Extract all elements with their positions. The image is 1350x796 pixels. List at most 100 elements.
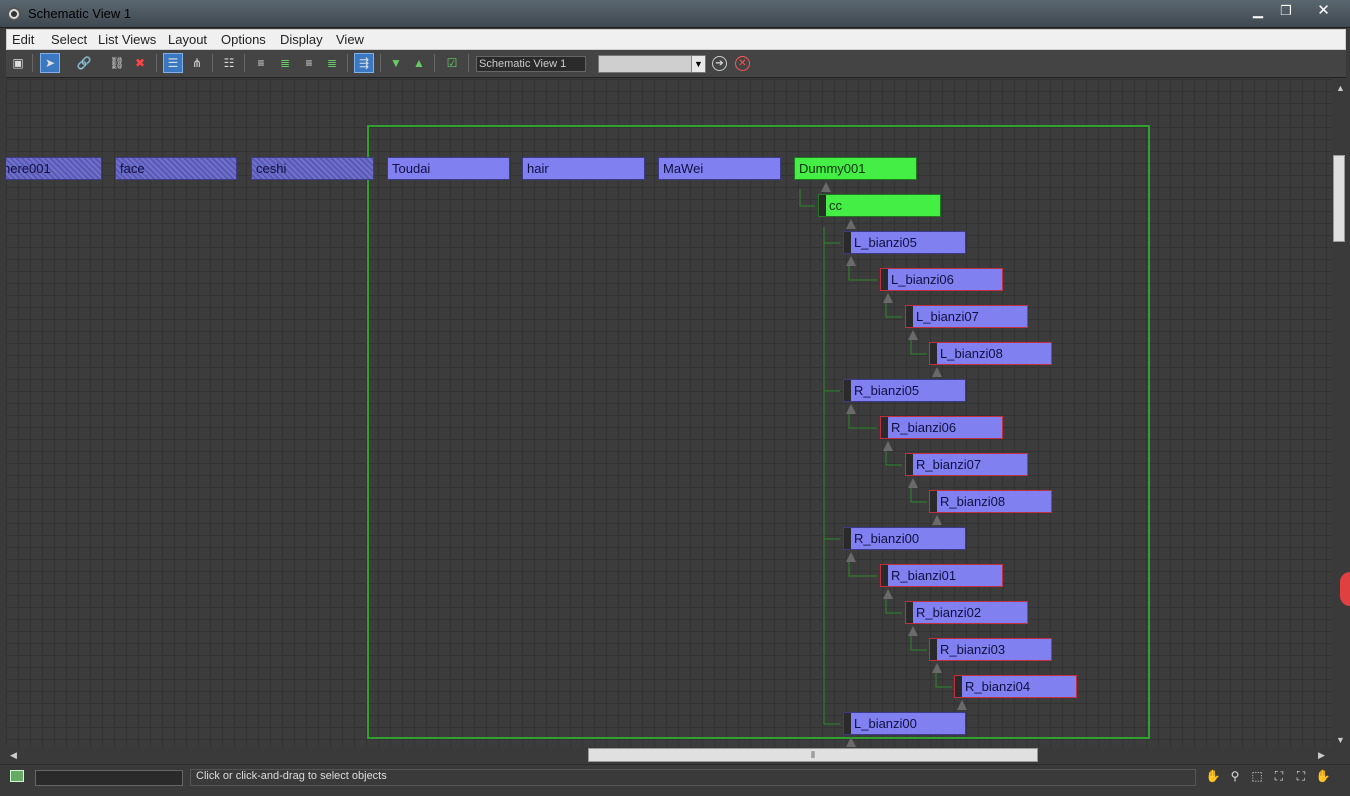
link-arrow <box>883 441 893 451</box>
link-arrow <box>932 663 942 673</box>
toolbar-separator <box>434 54 435 72</box>
menu-edit[interactable]: Edit <box>12 32 34 47</box>
always-arrange-icon[interactable]: ☷ <box>219 53 239 73</box>
schematic-canvas[interactable]: here001 face ceshi Toudai hair MaWei Dum… <box>6 79 1332 747</box>
move-children-icon[interactable]: ⇶ <box>354 53 374 73</box>
unlink-icon[interactable]: ⛓ <box>107 53 127 73</box>
node-label: L_bianzi06 <box>891 272 954 287</box>
link-arrow <box>846 404 856 414</box>
select-icon[interactable]: ➤ <box>40 53 60 73</box>
node-tab <box>881 269 888 290</box>
zoom-selected-icon[interactable]: ⛶ <box>1292 769 1310 785</box>
view-select[interactable]: ▼ <box>598 55 706 73</box>
node-dummy001[interactable]: Dummy001 <box>794 157 917 180</box>
node-l-bianzi00[interactable]: L_bianzi00 <box>843 712 966 735</box>
node-tab <box>844 232 851 253</box>
node-l-bianzi07[interactable]: L_bianzi07 <box>905 305 1028 328</box>
align-bottom-icon[interactable]: ≣ <box>322 53 342 73</box>
maximize-button[interactable]: ❐ <box>1273 2 1299 20</box>
node-l-bianzi08[interactable]: L_bianzi08 <box>929 342 1052 365</box>
zoom-region-icon[interactable]: ⬚ <box>1248 769 1266 785</box>
node-r-bianzi03[interactable]: R_bianzi03 <box>929 638 1052 661</box>
node-mawei[interactable]: MaWei <box>658 157 781 180</box>
node-r-bianzi07[interactable]: R_bianzi07 <box>905 453 1028 476</box>
cancel-icon[interactable]: ✕ <box>735 56 750 71</box>
node-label: R_bianzi04 <box>965 679 1031 694</box>
scroll-up-icon[interactable]: ▲ <box>1336 83 1345 93</box>
menu-list-views[interactable]: List Views <box>98 32 156 47</box>
node-r-bianzi01[interactable]: R_bianzi01 <box>880 564 1003 587</box>
node-l-bianzi06[interactable]: L_bianzi06 <box>880 268 1003 291</box>
node-tab <box>881 417 888 438</box>
node-label: R_bianzi02 <box>916 605 982 620</box>
node-tab <box>844 380 851 401</box>
scroll-left-icon[interactable]: ◀ <box>10 750 17 761</box>
node-label: L_bianzi07 <box>916 309 979 324</box>
node-r-bianzi06[interactable]: R_bianzi06 <box>880 416 1003 439</box>
view-name-field[interactable]: Schematic View 1 <box>476 56 586 72</box>
toolbar-separator <box>212 54 213 72</box>
node-label: R_bianzi00 <box>854 531 920 546</box>
references-mode-icon[interactable]: ⋔ <box>187 53 207 73</box>
node-l-bianzi05[interactable]: L_bianzi05 <box>843 231 966 254</box>
node-r-bianzi02[interactable]: R_bianzi02 <box>905 601 1028 624</box>
node-cc[interactable]: cc <box>818 194 941 217</box>
minimize-button[interactable]: ▁ <box>1245 2 1271 20</box>
menu-display[interactable]: Display <box>280 32 323 47</box>
scroll-down-icon[interactable]: ▼ <box>1336 735 1345 745</box>
menu-view[interactable]: View <box>336 32 364 47</box>
collapse-icon[interactable]: ▲ <box>409 53 429 73</box>
node-tab <box>930 491 937 512</box>
title-bar[interactable]: Schematic View 1 ▁ ❐ ✕ <box>0 0 1350 28</box>
delete-icon[interactable]: ✖ <box>130 53 150 73</box>
node-label: L_bianzi08 <box>940 346 1003 361</box>
zoom-extents-icon[interactable]: ⛶ <box>1270 769 1288 785</box>
horizontal-scroll-thumb[interactable]: ⦀ <box>588 748 1038 762</box>
link-arrow <box>908 330 918 340</box>
node-label: L_bianzi00 <box>854 716 917 731</box>
menu-options[interactable]: Options <box>221 32 266 47</box>
align-center-icon[interactable]: ≣ <box>275 53 295 73</box>
node-ceshi[interactable]: ceshi <box>251 157 374 180</box>
node-r-bianzi00[interactable]: R_bianzi00 <box>843 527 966 550</box>
display-floater-icon[interactable]: ▣ <box>8 53 28 73</box>
menu-select[interactable]: Select <box>51 32 87 47</box>
close-button[interactable]: ✕ <box>1301 2 1346 20</box>
preferences-icon[interactable]: ☑ <box>442 53 462 73</box>
node-here001[interactable]: here001 <box>6 157 102 180</box>
menu-layout[interactable]: Layout <box>168 32 207 47</box>
chevron-down-icon[interactable]: ▼ <box>691 56 705 72</box>
pan-to-selected-icon[interactable]: ✋ <box>1314 769 1332 785</box>
node-tab <box>906 602 913 623</box>
node-r-bianzi04[interactable]: R_bianzi04 <box>954 675 1077 698</box>
align-right-icon[interactable]: ≡ <box>299 53 319 73</box>
vertical-scroll-thumb[interactable] <box>1333 155 1345 242</box>
node-tab <box>906 454 913 475</box>
node-label: R_bianzi07 <box>916 457 982 472</box>
status-text: Click or click-and-drag to select object… <box>196 770 387 782</box>
node-r-bianzi05[interactable]: R_bianzi05 <box>843 379 966 402</box>
link-arrow <box>846 737 856 747</box>
zoom-icon[interactable]: ⚲ <box>1226 769 1244 785</box>
node-tab <box>844 713 851 734</box>
node-tab <box>844 528 851 549</box>
status-icon[interactable] <box>10 770 24 782</box>
hierarchy-mode-icon[interactable]: ☰ <box>163 53 183 73</box>
connect-icon[interactable]: 🔗 <box>74 53 94 73</box>
go-icon[interactable]: ➔ <box>712 56 727 71</box>
node-label: R_bianzi01 <box>891 568 957 583</box>
link-arrow <box>883 589 893 599</box>
scroll-right-icon[interactable]: ▶ <box>1318 750 1325 761</box>
window-title: Schematic View 1 <box>28 6 132 21</box>
pan-icon[interactable]: ✋ <box>1204 769 1222 785</box>
node-face[interactable]: face <box>115 157 237 180</box>
node-tab <box>930 343 937 364</box>
link-arrow <box>846 256 856 266</box>
node-r-bianzi08[interactable]: R_bianzi08 <box>929 490 1052 513</box>
node-toudai[interactable]: Toudai <box>387 157 510 180</box>
status-input[interactable] <box>35 770 183 786</box>
app-icon <box>7 7 21 21</box>
align-left-icon[interactable]: ≡ <box>251 53 271 73</box>
node-hair[interactable]: hair <box>522 157 645 180</box>
expand-icon[interactable]: ▼ <box>386 53 406 73</box>
